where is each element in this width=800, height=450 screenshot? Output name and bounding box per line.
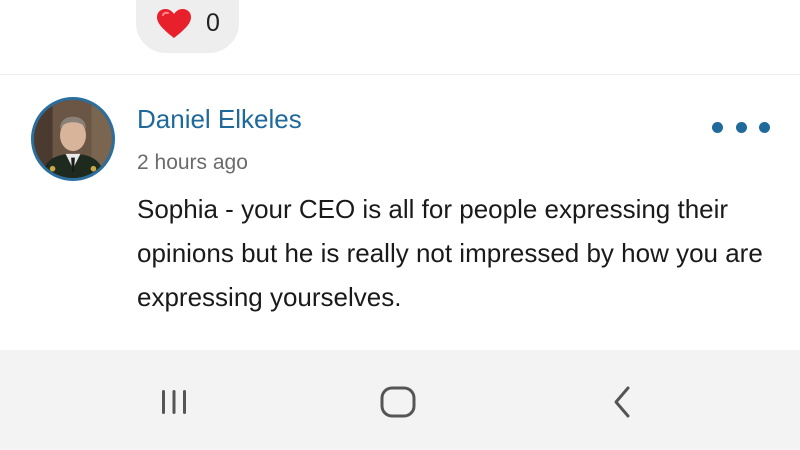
more-dots-icon bbox=[712, 121, 723, 133]
more-dots-icon bbox=[759, 121, 770, 133]
more-options-button[interactable] bbox=[712, 115, 770, 139]
comment-timestamp: 2 hours ago bbox=[137, 151, 248, 174]
system-navigation-bar bbox=[0, 350, 800, 450]
home-button[interactable] bbox=[368, 380, 428, 424]
heart-icon bbox=[157, 8, 191, 38]
reaction-button[interactable]: 0 bbox=[136, 0, 239, 53]
back-button[interactable] bbox=[592, 380, 652, 424]
comment-item: Daniel Elkeles 2 hours ago Sophia - your… bbox=[0, 75, 800, 350]
comment-text: Sophia - your CEO is all for people expr… bbox=[137, 194, 763, 312]
recents-button[interactable] bbox=[144, 380, 204, 424]
back-icon bbox=[614, 386, 630, 418]
reaction-area: 0 bbox=[0, 0, 800, 74]
recents-icon bbox=[162, 390, 186, 414]
reaction-count: 0 bbox=[206, 9, 220, 37]
more-dots-icon bbox=[735, 121, 747, 133]
comment-author[interactable]: Daniel Elkeles bbox=[137, 106, 302, 132]
avatar[interactable] bbox=[31, 97, 115, 181]
home-icon bbox=[380, 386, 416, 418]
